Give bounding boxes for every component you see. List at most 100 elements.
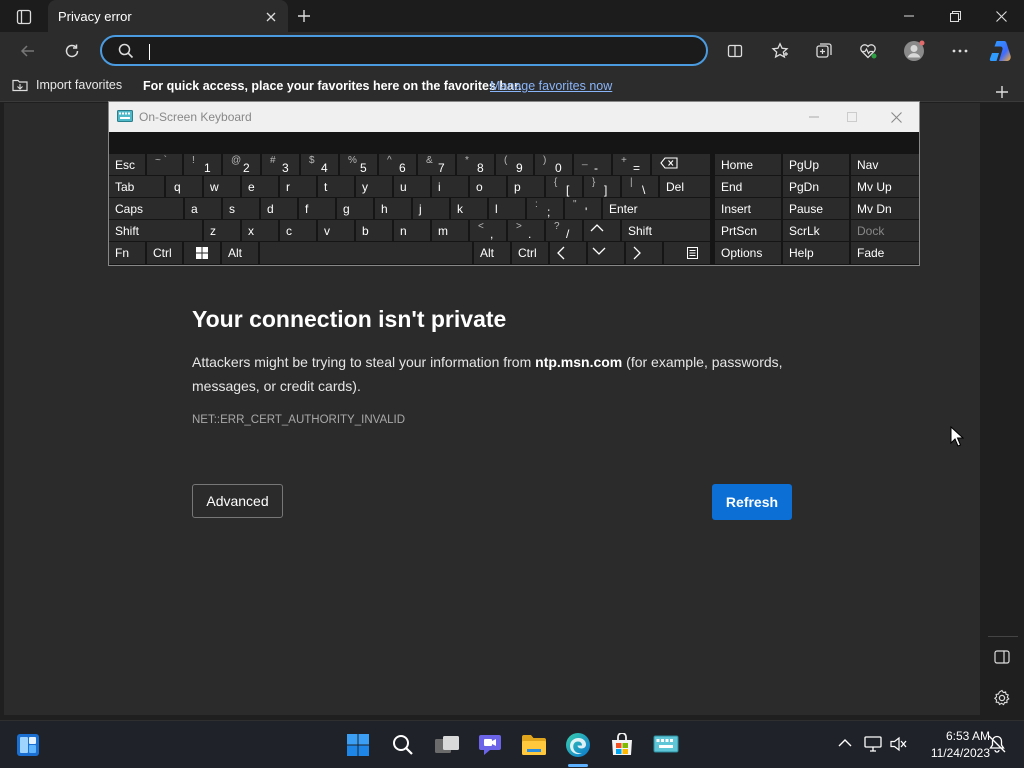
key-q[interactable]: q bbox=[166, 176, 202, 197]
key-del[interactable]: Del bbox=[660, 176, 710, 197]
close-window-icon[interactable] bbox=[978, 0, 1024, 32]
volume-muted-icon[interactable] bbox=[890, 736, 908, 752]
key-h[interactable]: h bbox=[375, 198, 411, 219]
key-2[interactable]: @2 bbox=[223, 154, 260, 175]
minimize-icon[interactable] bbox=[886, 0, 932, 32]
copilot-icon[interactable] bbox=[986, 36, 1016, 66]
key-caps[interactable]: Caps bbox=[109, 198, 183, 219]
key-menu[interactable] bbox=[664, 242, 710, 264]
clock-date[interactable]: 11/24/2023 bbox=[918, 746, 990, 760]
show-hidden-icons-chevron-icon[interactable] bbox=[838, 738, 852, 748]
notifications-bell-icon[interactable] bbox=[988, 735, 1006, 753]
key-alt-left[interactable]: Alt bbox=[222, 242, 258, 264]
key-end[interactable]: End bbox=[715, 176, 781, 197]
key-close-bracket[interactable]: }] bbox=[584, 176, 620, 197]
key-w[interactable]: w bbox=[204, 176, 240, 197]
key-comma[interactable]: <, bbox=[470, 220, 506, 241]
taskbar-search-icon[interactable] bbox=[385, 727, 421, 763]
key-p[interactable]: p bbox=[508, 176, 544, 197]
browser-essentials-icon[interactable] bbox=[853, 36, 883, 66]
key-alt-right[interactable]: Alt bbox=[474, 242, 510, 264]
key-t[interactable]: t bbox=[318, 176, 354, 197]
key-right-arrow[interactable] bbox=[626, 242, 662, 264]
key-k[interactable]: k bbox=[451, 198, 487, 219]
key-home[interactable]: Home bbox=[715, 154, 781, 175]
key-pgdn[interactable]: PgDn bbox=[783, 176, 849, 197]
tab-close-icon[interactable] bbox=[262, 8, 280, 26]
task-view-icon[interactable] bbox=[429, 727, 465, 763]
back-icon[interactable] bbox=[13, 36, 43, 66]
key-j[interactable]: j bbox=[413, 198, 449, 219]
key-period[interactable]: >. bbox=[508, 220, 544, 241]
key-mv-dn[interactable]: Mv Dn bbox=[851, 198, 919, 219]
key-g[interactable]: g bbox=[337, 198, 373, 219]
key-6[interactable]: ^ 6 bbox=[379, 154, 416, 175]
osk-maximize-icon[interactable] bbox=[829, 102, 875, 132]
key-scrlk[interactable]: ScrLk bbox=[783, 220, 849, 241]
key-prtscn[interactable]: PrtScn bbox=[715, 220, 781, 241]
key-y[interactable]: y bbox=[356, 176, 392, 197]
key-slash[interactable]: ? / bbox=[546, 220, 582, 241]
file-explorer-icon[interactable] bbox=[516, 727, 552, 763]
key-backslash[interactable]: | \ bbox=[622, 176, 658, 197]
key-7[interactable]: & 7 bbox=[418, 154, 455, 175]
key-mv-up[interactable]: Mv Up bbox=[851, 176, 919, 197]
key-e[interactable]: e bbox=[242, 176, 278, 197]
network-icon[interactable] bbox=[864, 736, 882, 752]
favorites-star-icon[interactable] bbox=[765, 36, 795, 66]
key-4[interactable]: $4 bbox=[301, 154, 338, 175]
import-favorites-button[interactable]: Import favorites bbox=[12, 78, 122, 92]
manage-favorites-link[interactable]: Manage favorites now bbox=[490, 79, 612, 93]
restore-icon[interactable] bbox=[932, 0, 978, 32]
key-backtick[interactable]: ~ ` bbox=[147, 154, 182, 175]
key-1[interactable]: ! 1 bbox=[184, 154, 221, 175]
key-insert[interactable]: Insert bbox=[715, 198, 781, 219]
key-5[interactable]: % 5 bbox=[340, 154, 377, 175]
key-d[interactable]: d bbox=[261, 198, 297, 219]
key-r[interactable]: r bbox=[280, 176, 316, 197]
key-a[interactable]: a bbox=[185, 198, 221, 219]
widgets-icon[interactable] bbox=[10, 727, 46, 763]
key-down-arrow[interactable] bbox=[588, 242, 624, 264]
clock-time[interactable]: 6:53 AM bbox=[930, 729, 990, 743]
osk-title-bar[interactable]: On-Screen Keyboard bbox=[109, 102, 919, 132]
profile-avatar[interactable] bbox=[899, 36, 929, 66]
key-o[interactable]: o bbox=[470, 176, 506, 197]
refresh-button[interactable]: Refresh bbox=[712, 484, 792, 520]
collections-icon[interactable] bbox=[809, 36, 839, 66]
sidebar-add-icon[interactable] bbox=[990, 80, 1014, 104]
key-9[interactable]: (9 bbox=[496, 154, 533, 175]
key-nav[interactable]: Nav bbox=[851, 154, 919, 175]
key-enter[interactable]: Enter bbox=[603, 198, 710, 219]
address-input[interactable] bbox=[146, 41, 686, 61]
key-windows[interactable] bbox=[184, 242, 220, 264]
more-menu-icon[interactable] bbox=[945, 36, 975, 66]
hide-sidebar-icon[interactable] bbox=[994, 650, 1010, 664]
key-shift-right[interactable]: Shift bbox=[622, 220, 710, 241]
key-options[interactable]: Options bbox=[715, 242, 781, 264]
key-quote[interactable]: " ' bbox=[565, 198, 601, 219]
key-l[interactable]: l bbox=[489, 198, 525, 219]
key-b[interactable]: b bbox=[356, 220, 392, 241]
key-ctrl-left[interactable]: Ctrl bbox=[147, 242, 182, 264]
key-open-bracket[interactable]: {[ bbox=[546, 176, 582, 197]
key-c[interactable]: c bbox=[280, 220, 316, 241]
key-esc[interactable]: Esc bbox=[109, 154, 145, 175]
key-i[interactable]: i bbox=[432, 176, 468, 197]
key-ctrl-right[interactable]: Ctrl bbox=[512, 242, 548, 264]
tab-actions-icon[interactable] bbox=[8, 6, 40, 28]
key-minus[interactable]: _ - bbox=[574, 154, 611, 175]
key-space[interactable] bbox=[260, 242, 472, 264]
teams-chat-icon[interactable] bbox=[472, 727, 508, 763]
advanced-button[interactable]: Advanced bbox=[192, 484, 283, 518]
key-v[interactable]: v bbox=[318, 220, 354, 241]
key-x[interactable]: x bbox=[242, 220, 278, 241]
key-left-arrow[interactable] bbox=[550, 242, 586, 264]
key-tab[interactable]: Tab bbox=[109, 176, 164, 197]
key-backspace[interactable] bbox=[652, 154, 710, 175]
key-equals[interactable]: + = bbox=[613, 154, 650, 175]
key-m[interactable]: m bbox=[432, 220, 468, 241]
new-tab-icon[interactable] bbox=[292, 6, 316, 26]
key-u[interactable]: u bbox=[394, 176, 430, 197]
key-3[interactable]: #3 bbox=[262, 154, 299, 175]
